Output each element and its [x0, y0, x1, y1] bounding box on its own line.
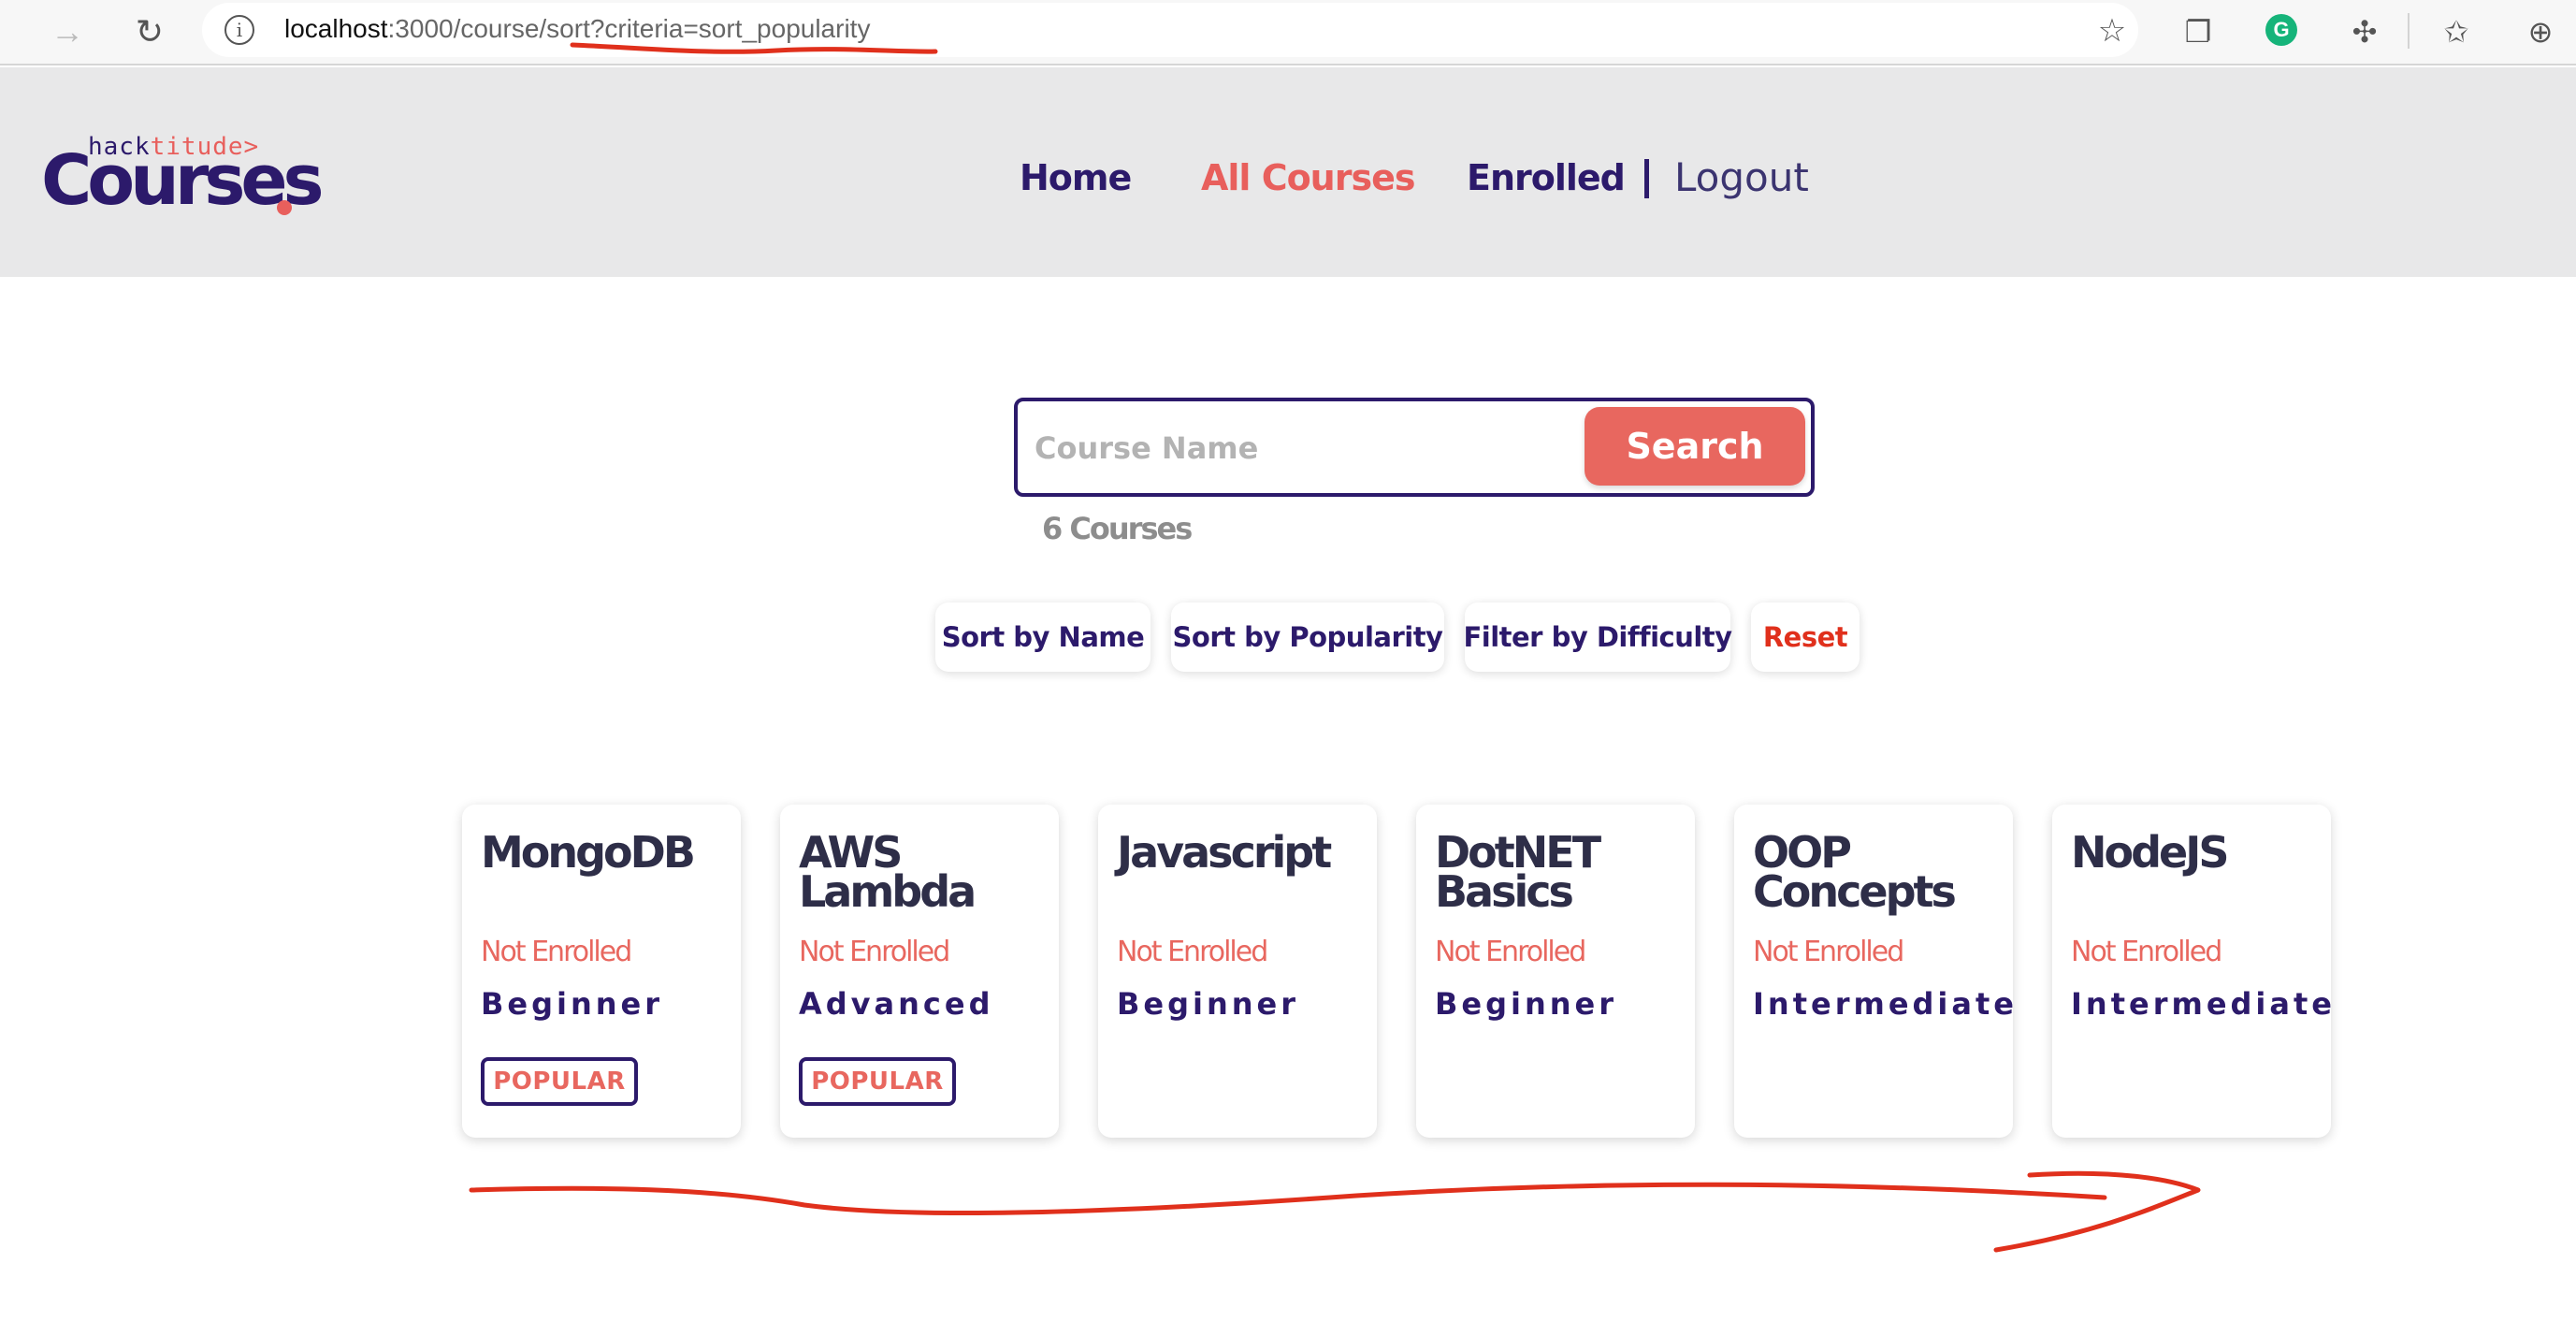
course-title: MongoDB — [481, 827, 696, 878]
reset-button[interactable]: Reset — [1751, 603, 1860, 672]
cards-arrow-head-annotation — [1993, 1170, 2201, 1253]
search-button[interactable]: Search — [1585, 407, 1805, 486]
enrollment-status: Not Enrolled — [799, 936, 950, 968]
collections-icon[interactable]: ❐ — [2178, 11, 2219, 52]
nav-logout[interactable]: Logout — [1674, 150, 1809, 206]
course-card[interactable]: MongoDB Not Enrolled Beginner POPULAR — [462, 805, 741, 1138]
search-form: Search — [1014, 398, 1815, 497]
course-card[interactable]: AWS Lambda Not Enrolled Advanced POPULAR — [780, 805, 1059, 1138]
difficulty-level: Intermediate — [1753, 986, 2018, 1022]
course-title: OOP Concepts — [1753, 827, 1957, 917]
enrollment-status: Not Enrolled — [481, 936, 632, 968]
grammarly-icon[interactable]: G — [2265, 14, 2297, 46]
enrollment-status: Not Enrolled — [1117, 936, 1268, 968]
difficulty-level: Beginner — [1435, 986, 1618, 1022]
site-header: hacktitude> Courses Home All Courses Enr… — [0, 67, 2576, 277]
course-title: NodeJS — [2071, 827, 2229, 878]
extensions-icon[interactable]: ✣ — [2344, 11, 2385, 52]
course-card[interactable]: NodeJS Not Enrolled Intermediate — [2052, 805, 2332, 1138]
enrollment-status: Not Enrolled — [2071, 936, 2222, 968]
popular-badge: POPULAR — [799, 1057, 956, 1106]
url-path: :3000/course/sort?criteria=sort_populari… — [387, 14, 871, 43]
course-card[interactable]: OOP Concepts Not Enrolled Intermediate — [1734, 805, 2014, 1138]
nav-divider — [1644, 159, 1649, 198]
popular-badge: POPULAR — [481, 1057, 638, 1106]
nav-home[interactable]: Home — [1020, 150, 1132, 206]
page: → ↻ i localhost:3000/course/sort?criteri… — [0, 0, 2576, 1336]
enrollment-status: Not Enrolled — [1435, 936, 1586, 968]
toolbar-divider — [2408, 13, 2410, 49]
favorites-icon[interactable]: ✩ — [2436, 11, 2477, 52]
difficulty-level: Beginner — [1117, 986, 1300, 1022]
course-title: AWS Lambda — [799, 827, 977, 917]
cards-arrow-shaft-annotation — [469, 1182, 2107, 1216]
url-text[interactable]: localhost:3000/course/sort?criteria=sort… — [284, 14, 870, 44]
logo-dot — [277, 200, 292, 215]
course-card[interactable]: DotNET Basics Not Enrolled Beginner — [1416, 805, 1695, 1138]
course-title: Javascript — [1117, 827, 1332, 878]
browser-toolbar: → ↻ i localhost:3000/course/sort?criteri… — [0, 0, 2576, 65]
difficulty-level: Advanced — [799, 986, 994, 1022]
hacktitude-logo[interactable]: hacktitude> Courses — [41, 133, 325, 236]
nav-all-courses[interactable]: All Courses — [1201, 150, 1415, 206]
sort-by-name-button[interactable]: Sort by Name — [935, 603, 1151, 672]
difficulty-level: Beginner — [481, 986, 664, 1022]
sort-by-popularity-button[interactable]: Sort by Popularity — [1171, 603, 1444, 672]
url-host: localhost — [284, 14, 388, 43]
nav-enrolled[interactable]: Enrolled — [1467, 150, 1626, 206]
course-count: 6 Courses — [1042, 511, 1193, 546]
reload-icon[interactable]: ↻ — [125, 7, 174, 56]
course-title: DotNET Basics — [1435, 827, 1601, 917]
filter-by-difficulty-button[interactable]: Filter by Difficulty — [1463, 603, 1732, 672]
forward-arrow-icon[interactable]: → — [43, 7, 92, 56]
course-name-input[interactable] — [1035, 422, 1558, 474]
enrollment-status: Not Enrolled — [1753, 936, 1904, 968]
collections-add-icon[interactable]: ⊕ — [2520, 11, 2561, 52]
info-icon[interactable]: i — [224, 15, 254, 45]
address-bar[interactable]: i localhost:3000/course/sort?criteria=so… — [202, 3, 2138, 57]
course-card[interactable]: Javascript Not Enrolled Beginner — [1098, 805, 1377, 1138]
add-favorite-icon[interactable]: ☆ — [2093, 12, 2131, 50]
difficulty-level: Intermediate — [2071, 986, 2336, 1022]
